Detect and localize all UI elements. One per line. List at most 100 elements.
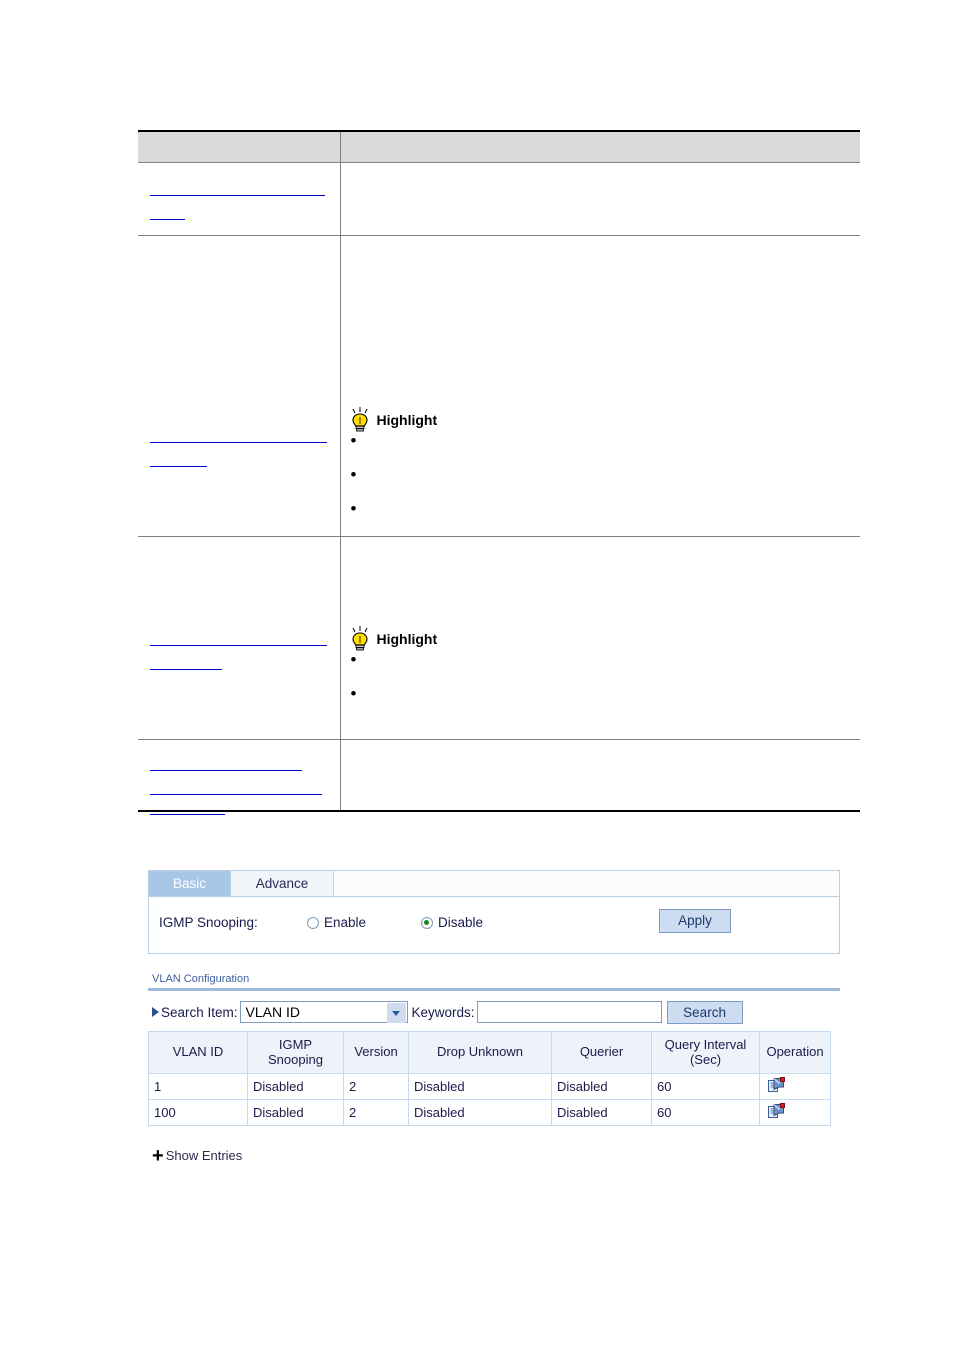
igmp-snooping-row: IGMP Snooping: Enable Disable Apply xyxy=(148,897,840,954)
reference-table: Highlight • • • Highlight • • xyxy=(138,130,860,812)
row-content-cell: Highlight xyxy=(339,235,861,537)
plus-icon[interactable]: + xyxy=(152,1146,164,1166)
highlight-label: Highlight xyxy=(376,412,438,428)
cell-operation xyxy=(759,1073,831,1100)
keywords-input[interactable] xyxy=(476,1001,662,1023)
keywords-label: Keywords: xyxy=(411,1004,475,1020)
cell-igmp-snooping: Disabled xyxy=(247,1073,344,1100)
table-row: Highlight xyxy=(138,536,861,740)
figure-reference-link[interactable] xyxy=(150,800,225,815)
cell-igmp-snooping: Disabled xyxy=(247,1099,344,1126)
edit-icon[interactable] xyxy=(768,1077,785,1096)
radio-option-enable[interactable]: Enable xyxy=(307,915,366,930)
search-bar: Search Item: VLAN ID Keywords: Search xyxy=(148,1000,840,1024)
highlight-bullet-list xyxy=(349,431,861,536)
doc-link[interactable] xyxy=(150,450,207,467)
table-row xyxy=(138,162,861,236)
lightbulb-icon xyxy=(349,626,371,652)
radio-disable-label: Disable xyxy=(438,915,484,930)
lightbulb-icon xyxy=(349,407,371,433)
header-line: Querier xyxy=(579,1044,624,1060)
show-entries-control[interactable]: + Show Entries xyxy=(148,1146,840,1166)
row-label-cell xyxy=(138,536,340,740)
column-header-querier: Querier xyxy=(551,1031,652,1074)
table-row: 100 Disabled 2 Disabled Disabled 60 xyxy=(148,1099,831,1126)
column-header-version: Version xyxy=(343,1031,409,1074)
search-button[interactable]: Search xyxy=(666,1000,743,1024)
tab-bar-filler xyxy=(334,870,840,896)
vlan-table: VLAN ID IGMP Snooping Version Drop Unkno… xyxy=(148,1031,831,1126)
vlan-configuration-title: VLAN Configuration xyxy=(152,973,250,985)
radio-disable-icon[interactable] xyxy=(421,916,433,929)
column-header-query-interval: Query Interval (Sec) xyxy=(651,1031,760,1074)
header-line: Drop Unknown xyxy=(437,1044,523,1060)
row-content-text xyxy=(341,163,861,224)
doc-link[interactable] xyxy=(150,653,222,670)
header-cell-feature xyxy=(138,130,340,163)
header-line: Query Interval xyxy=(664,1036,747,1052)
cell-drop-unknown: Disabled xyxy=(408,1073,552,1100)
doc-link[interactable] xyxy=(150,203,185,220)
highlight-title: Highlight xyxy=(349,406,861,434)
highlight-block: Highlight xyxy=(341,625,861,739)
radio-enable-icon[interactable] xyxy=(307,916,319,929)
vlan-configuration-section: VLAN Configuration Search Item: VLAN ID … xyxy=(148,973,840,1166)
cell-drop-unknown: Disabled xyxy=(408,1099,552,1126)
cell-operation xyxy=(759,1099,831,1126)
highlight-title: Highlight xyxy=(349,625,861,653)
show-entries-label[interactable]: Show Entries xyxy=(166,1148,243,1163)
cell-querier: Disabled xyxy=(551,1073,652,1100)
apply-button[interactable]: Apply xyxy=(659,909,731,933)
header-line: Snooping xyxy=(268,1051,323,1067)
tab-advance[interactable]: Advance xyxy=(231,870,334,896)
doc-link[interactable] xyxy=(150,179,325,196)
row-label-cell xyxy=(138,235,340,537)
list-item xyxy=(349,431,861,468)
doc-link[interactable] xyxy=(150,778,322,795)
edit-icon[interactable] xyxy=(768,1103,785,1122)
row-label-cell xyxy=(138,162,340,236)
search-item-select[interactable]: VLAN ID xyxy=(239,1001,408,1023)
search-item-label: Search Item: xyxy=(161,1004,238,1020)
cell-query-interval: 60 xyxy=(651,1099,760,1126)
tab-basic[interactable]: Basic xyxy=(148,870,231,896)
column-header-vlan-id: VLAN ID xyxy=(148,1031,248,1074)
chevron-down-icon[interactable] xyxy=(386,1003,406,1023)
section-divider xyxy=(148,988,840,991)
doc-link[interactable] xyxy=(150,426,327,443)
cell-version: 2 xyxy=(343,1073,409,1100)
cell-version: 2 xyxy=(343,1099,409,1126)
row-content-cell xyxy=(339,739,861,812)
row-content-cell xyxy=(339,162,861,236)
header-line: (Sec) xyxy=(689,1051,722,1067)
igmp-snooping-label: IGMP Snooping: xyxy=(159,915,258,930)
igmp-snooping-panel: Basic Advance IGMP Snooping: Enable Disa… xyxy=(148,870,840,1166)
radio-enable-label: Enable xyxy=(324,915,367,930)
header-line: Operation xyxy=(766,1044,824,1060)
header-line: Version xyxy=(354,1044,398,1060)
cell-vlan-id: 1 xyxy=(148,1073,248,1100)
vlan-table-header-row: VLAN ID IGMP Snooping Version Drop Unkno… xyxy=(148,1031,831,1074)
doc-link[interactable] xyxy=(150,629,327,646)
column-header-operation: Operation xyxy=(759,1031,831,1074)
highlight-block: Highlight xyxy=(341,406,861,536)
triangle-right-icon xyxy=(152,1007,159,1017)
table-row xyxy=(138,739,861,812)
search-item-selected-value: VLAN ID xyxy=(245,1004,300,1020)
row-content-cell: Highlight xyxy=(339,536,861,740)
radio-option-disable[interactable]: Disable xyxy=(421,915,483,930)
list-item xyxy=(349,684,861,721)
highlight-label: Highlight xyxy=(376,631,438,647)
table-row: Highlight xyxy=(138,235,861,537)
column-header-drop-unknown: Drop Unknown xyxy=(408,1031,552,1074)
table-row: 1 Disabled 2 Disabled Disabled 60 xyxy=(148,1073,831,1100)
row-content-text xyxy=(341,740,861,802)
list-item xyxy=(349,499,861,536)
cell-query-interval: 60 xyxy=(651,1073,760,1100)
doc-link[interactable] xyxy=(150,754,302,771)
header-line: VLAN ID xyxy=(172,1044,224,1060)
list-item xyxy=(349,465,861,502)
